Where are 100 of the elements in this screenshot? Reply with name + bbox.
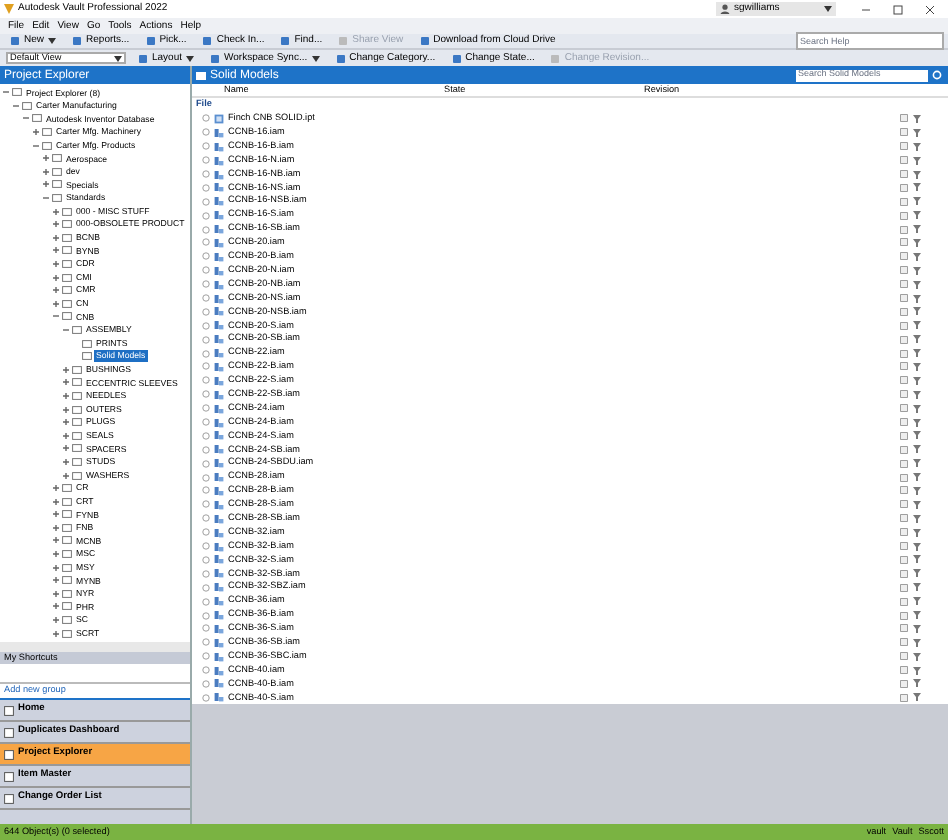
expand-toggle[interactable] xyxy=(62,444,70,453)
checkbox-icon xyxy=(900,693,908,702)
expand-toggle[interactable] xyxy=(52,523,60,532)
assembly-file-icon xyxy=(214,210,224,221)
assembly-file-icon xyxy=(214,279,224,290)
expand-toggle[interactable] xyxy=(32,128,40,137)
close-icon[interactable] xyxy=(924,3,936,15)
maximize-icon[interactable] xyxy=(892,3,904,15)
app-logo-icon xyxy=(4,4,14,14)
assembly-file-icon xyxy=(214,403,224,414)
assembly-file-icon xyxy=(214,169,224,179)
checkbox-icon xyxy=(900,142,908,151)
collapse-toggle[interactable] xyxy=(32,141,40,150)
expand-toggle[interactable] xyxy=(52,616,60,625)
nav-icon xyxy=(4,749,14,759)
checkbox-icon xyxy=(900,266,908,275)
checkbox-icon xyxy=(900,583,908,592)
checkbox-icon xyxy=(900,170,908,178)
expand-toggle[interactable] xyxy=(62,471,70,480)
expand-toggle[interactable] xyxy=(52,629,60,638)
checkbox-icon xyxy=(900,349,908,358)
checkbox-icon xyxy=(900,431,908,440)
checkbox-icon xyxy=(900,555,908,564)
expand-toggle[interactable] xyxy=(52,220,60,229)
assembly-file-icon xyxy=(214,651,224,662)
expand-toggle[interactable] xyxy=(52,260,60,269)
tool-icon xyxy=(72,36,83,46)
expand-toggle[interactable] xyxy=(52,602,60,611)
checkbox-icon xyxy=(900,679,908,688)
nav-icon xyxy=(4,705,14,715)
caret-icon xyxy=(824,6,832,12)
checkbox-icon xyxy=(900,404,908,413)
checkbox-icon xyxy=(900,114,908,123)
checkbox-icon xyxy=(900,514,908,523)
collapse-toggle[interactable] xyxy=(2,88,10,97)
checkbox-icon xyxy=(900,445,908,454)
expand-toggle[interactable] xyxy=(42,180,50,189)
assembly-file-icon xyxy=(214,596,224,607)
checkbox-icon xyxy=(900,280,908,289)
expand-toggle[interactable] xyxy=(52,207,60,216)
checkbox-icon xyxy=(900,528,908,537)
checkbox-icon xyxy=(900,211,908,220)
checkbox-icon xyxy=(900,197,908,206)
expand-toggle[interactable] xyxy=(62,457,70,466)
expand-toggle[interactable] xyxy=(62,431,70,440)
expand-toggle[interactable] xyxy=(52,484,60,493)
settings-icon[interactable] xyxy=(932,70,942,80)
collapse-toggle[interactable] xyxy=(12,101,20,110)
expand-toggle[interactable] xyxy=(52,246,60,255)
tool-icon xyxy=(550,53,561,63)
expand-toggle[interactable] xyxy=(42,167,50,176)
checkbox-icon xyxy=(900,597,908,606)
part-file-icon xyxy=(214,113,224,124)
nav-icon xyxy=(4,727,14,737)
assembly-file-icon xyxy=(214,623,224,634)
minimize-icon[interactable] xyxy=(860,3,872,15)
checkbox-icon xyxy=(900,611,908,619)
checkbox-icon xyxy=(900,418,908,427)
user-icon xyxy=(720,4,730,14)
expand-toggle[interactable] xyxy=(62,391,70,400)
expand-toggle[interactable] xyxy=(52,286,60,295)
expand-toggle[interactable] xyxy=(52,563,60,572)
checkbox-icon xyxy=(900,652,908,661)
expand-toggle[interactable] xyxy=(52,497,60,506)
expand-toggle[interactable] xyxy=(62,365,70,374)
assembly-file-icon xyxy=(214,127,224,138)
expand-toggle[interactable] xyxy=(52,299,60,308)
caret-icon xyxy=(114,55,122,61)
assembly-file-icon xyxy=(214,182,224,193)
expand-toggle[interactable] xyxy=(62,405,70,414)
expand-toggle[interactable] xyxy=(52,550,60,559)
nav-icon xyxy=(4,793,14,803)
assembly-file-icon xyxy=(214,527,224,538)
checkbox-icon xyxy=(900,183,908,192)
expand-toggle[interactable] xyxy=(62,378,70,387)
expand-toggle[interactable] xyxy=(42,154,50,163)
horizontal-scrollbar[interactable] xyxy=(0,642,190,652)
checkbox-icon xyxy=(900,294,908,303)
tool-icon xyxy=(419,36,430,46)
checkbox-icon xyxy=(900,335,908,344)
expand-toggle[interactable] xyxy=(52,233,60,242)
tool-icon xyxy=(10,36,20,46)
checkbox-icon xyxy=(900,624,908,633)
checkbox-icon xyxy=(900,542,908,551)
checkbox-icon xyxy=(900,225,908,234)
tool-icon xyxy=(451,53,462,63)
checkbox-icon xyxy=(900,638,908,647)
collapse-toggle[interactable] xyxy=(52,312,60,321)
expand-toggle[interactable] xyxy=(52,589,60,598)
expand-toggle[interactable] xyxy=(52,536,60,545)
expand-toggle[interactable] xyxy=(52,576,60,585)
expand-toggle[interactable] xyxy=(52,273,60,282)
expand-toggle[interactable] xyxy=(62,418,70,427)
checkbox-icon xyxy=(900,307,908,316)
checkbox-icon xyxy=(900,238,908,247)
nav-icon xyxy=(4,771,14,781)
collapse-toggle[interactable] xyxy=(62,325,70,334)
collapse-toggle[interactable] xyxy=(42,194,50,203)
expand-toggle[interactable] xyxy=(52,510,60,519)
collapse-toggle[interactable] xyxy=(22,114,30,123)
